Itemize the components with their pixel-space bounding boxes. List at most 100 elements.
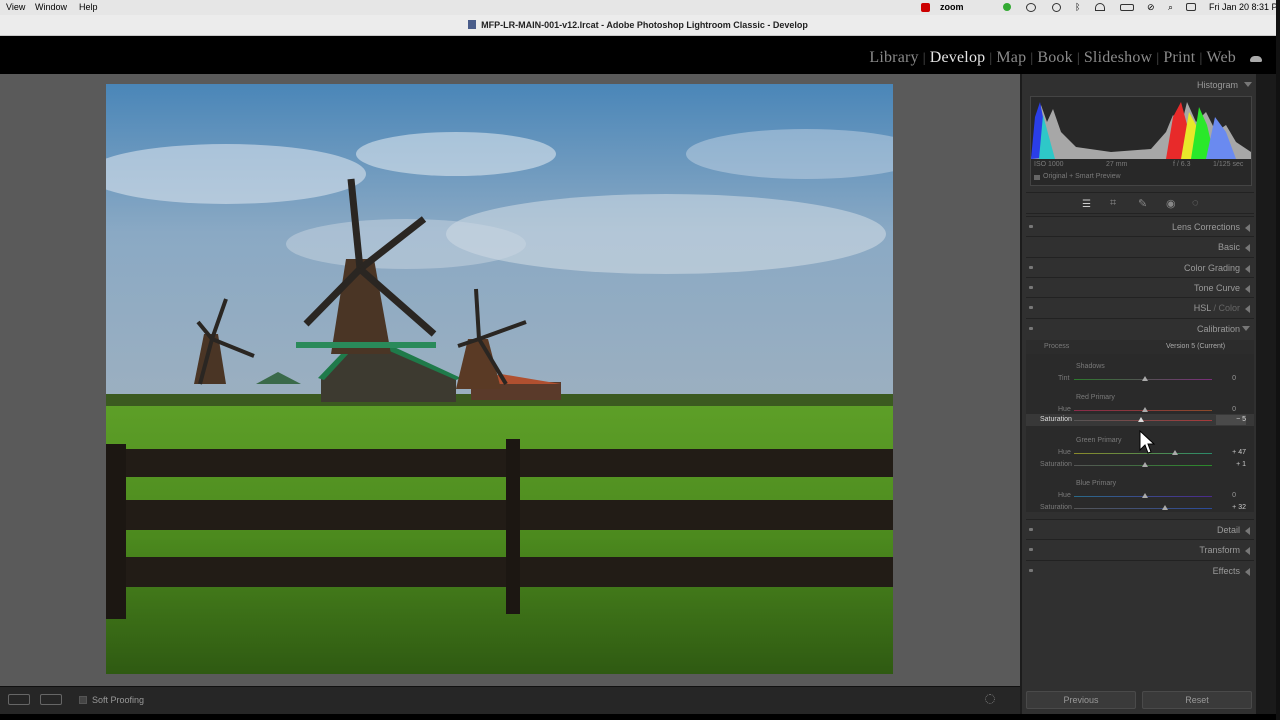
control-center-icon[interactable] xyxy=(1186,3,1196,11)
red-primary-label: Red Primary xyxy=(1076,394,1115,401)
panel-label: Transform xyxy=(1199,545,1240,555)
panel-hsl[interactable]: HSL / Color xyxy=(1026,297,1254,317)
module-picker: Library | Develop | Map | Book | Slideshow | Print… xyxy=(869,49,1236,67)
blue-hue-value[interactable]: 0 xyxy=(1206,492,1236,499)
green-hue-slider-thumb[interactable] xyxy=(1172,450,1178,455)
green-saturation-label: Saturation xyxy=(1040,461,1072,468)
blue-saturation-slider[interactable] xyxy=(1074,508,1212,509)
collapse-icon[interactable] xyxy=(1242,326,1250,331)
panel-label: Calibration xyxy=(1196,324,1240,334)
panel-switch-icon[interactable] xyxy=(1029,266,1033,269)
search-icon[interactable]: ⌕ xyxy=(1168,2,1173,13)
process-row: Process Version 5 (Current) xyxy=(1026,340,1254,354)
red-saturation-slider-thumb[interactable] xyxy=(1138,417,1144,422)
module-map[interactable]: Map xyxy=(996,49,1026,66)
panel-lens-corrections[interactable]: Lens Corrections xyxy=(1026,216,1254,236)
zoom-status[interactable]: zoom xyxy=(940,2,964,12)
status-dot-icon[interactable] xyxy=(1003,3,1011,11)
module-separator: | xyxy=(1030,51,1034,66)
module-web[interactable]: Web xyxy=(1206,49,1236,66)
clock-text[interactable]: Fri Jan 20 8:31 PM xyxy=(1209,2,1280,12)
red-hue-slider-thumb[interactable] xyxy=(1142,407,1148,412)
panel-transform[interactable]: Transform xyxy=(1026,539,1254,559)
compare-view-icon[interactable] xyxy=(40,694,62,705)
red-eye-icon[interactable]: ◉ xyxy=(1166,197,1176,210)
expand-icon[interactable] xyxy=(1245,224,1250,232)
menu-view[interactable]: View xyxy=(6,2,25,12)
red-saturation-label: Saturation xyxy=(1040,416,1072,423)
clock-icon[interactable] xyxy=(1052,3,1061,12)
expand-icon[interactable] xyxy=(1245,547,1250,555)
red-saturation-value[interactable]: − 5 xyxy=(1216,416,1246,423)
green-hue-value[interactable]: + 47 xyxy=(1216,449,1246,456)
module-slideshow[interactable]: Slideshow xyxy=(1084,49,1152,66)
blue-saturation-value[interactable]: + 32 xyxy=(1216,504,1246,511)
wifi-off-icon[interactable]: ⊘ xyxy=(1147,2,1155,13)
healing-icon[interactable]: ✎ xyxy=(1138,197,1147,210)
menu-window[interactable]: Window xyxy=(35,2,67,12)
module-library[interactable]: Library xyxy=(869,49,918,66)
panel-color-grading[interactable]: Color Grading xyxy=(1026,257,1254,277)
expand-icon[interactable] xyxy=(1245,568,1250,576)
panel-switch-icon[interactable] xyxy=(1029,569,1033,572)
edit-sliders-icon[interactable]: ☰ xyxy=(1082,199,1091,210)
process-select[interactable]: Version 5 (Current) xyxy=(1166,343,1225,350)
blue-saturation-slider-thumb[interactable] xyxy=(1162,505,1168,510)
panel-switch-icon[interactable] xyxy=(1029,327,1033,330)
cloud-sync-icon[interactable] xyxy=(1250,56,1262,62)
green-saturation-slider-thumb[interactable] xyxy=(1142,462,1148,467)
tint-value[interactable]: 0 xyxy=(1206,375,1236,382)
red-hue-value[interactable]: 0 xyxy=(1206,406,1236,413)
headphones-icon[interactable] xyxy=(1095,3,1105,11)
previous-button[interactable]: Previous xyxy=(1026,691,1136,709)
bottom-toolbar: Soft Proofing xyxy=(0,686,1020,714)
expand-icon[interactable] xyxy=(1245,527,1250,535)
module-separator: | xyxy=(1156,51,1160,66)
expand-icon[interactable] xyxy=(1245,244,1250,252)
module-book[interactable]: Book xyxy=(1037,49,1072,66)
record-icon[interactable] xyxy=(921,3,930,12)
histogram-chart[interactable]: ISO 1000 27 mm f / 6.3 1/125 sec Origina… xyxy=(1030,96,1252,186)
module-print[interactable]: Print xyxy=(1163,49,1195,66)
tint-slider-thumb[interactable] xyxy=(1142,376,1148,381)
panel-calibration[interactable]: Calibration xyxy=(1026,318,1254,338)
panel-switch-icon[interactable] xyxy=(1029,306,1033,309)
tool-strip: ☰ ⌗ ✎ ◉ ◌ xyxy=(1026,192,1254,214)
expand-icon[interactable] xyxy=(1245,265,1250,273)
loupe-view-icon[interactable] xyxy=(8,694,30,705)
masking-icon[interactable]: ◌ xyxy=(1192,197,1199,209)
panel-switch-icon[interactable] xyxy=(1029,548,1033,551)
blue-hue-slider-thumb[interactable] xyxy=(1142,493,1148,498)
hsl-label[interactable]: HSL xyxy=(1194,303,1211,313)
panel-tone-curve[interactable]: Tone Curve xyxy=(1026,277,1254,297)
aperture-info: f / 6.3 xyxy=(1173,161,1191,168)
histogram-title[interactable]: Histogram xyxy=(1197,80,1238,90)
bluetooth-icon[interactable]: ᛒ xyxy=(1075,2,1080,12)
preview-status[interactable]: Original + Smart Preview xyxy=(1043,173,1121,180)
crop-icon[interactable]: ⌗ xyxy=(1110,197,1116,210)
histogram-graph xyxy=(1031,102,1251,159)
panel-switch-icon[interactable] xyxy=(1029,286,1033,289)
panel-switch-icon[interactable] xyxy=(1029,528,1033,531)
battery-icon[interactable] xyxy=(1120,4,1134,11)
expand-icon[interactable] xyxy=(1245,305,1250,313)
panel-label: Color Grading xyxy=(1183,263,1240,273)
panel-label: Basic xyxy=(1217,242,1240,252)
photo-preview[interactable] xyxy=(106,84,893,674)
toolbar-menu-icon[interactable] xyxy=(985,694,995,704)
expand-icon[interactable] xyxy=(1245,285,1250,293)
panel-basic[interactable]: Basic xyxy=(1026,236,1254,256)
menu-help[interactable]: Help xyxy=(79,2,98,12)
histogram-collapse-icon[interactable] xyxy=(1244,82,1252,87)
tint-label: Tint xyxy=(1058,375,1070,382)
reset-button[interactable]: Reset xyxy=(1142,691,1252,709)
panel-effects[interactable]: Effects xyxy=(1026,560,1254,580)
panel-switch-icon[interactable] xyxy=(1029,225,1033,228)
green-saturation-value[interactable]: + 1 xyxy=(1216,461,1246,468)
panel-detail[interactable]: Detail xyxy=(1026,519,1254,539)
iso-info: ISO 1000 xyxy=(1034,161,1064,168)
sync-icon[interactable] xyxy=(1026,3,1036,12)
soft-proofing-checkbox[interactable] xyxy=(79,696,87,704)
color-label[interactable]: Color xyxy=(1218,303,1240,313)
module-develop[interactable]: Develop xyxy=(930,49,986,66)
